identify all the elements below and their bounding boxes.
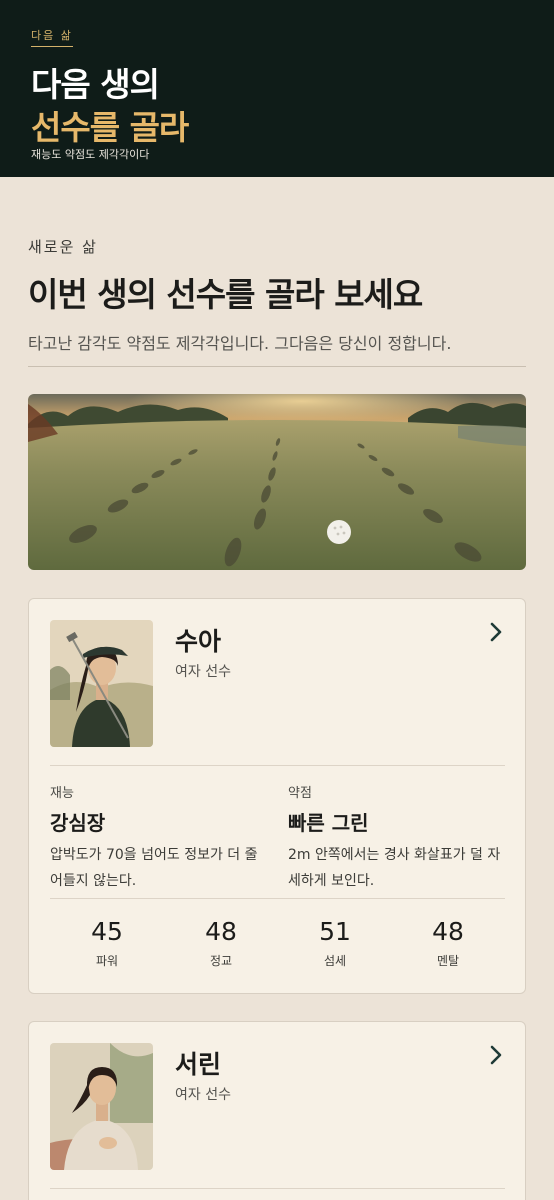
chevron-right-icon[interactable] [485,621,507,643]
stat-accuracy: 48 정교 [164,917,278,969]
stat-power: 45 파워 [50,917,164,969]
section-description: 타고난 감각도 약점도 제각각입니다. 그다음은 당신이 정합니다. [28,334,452,353]
player-role: 여자 선수 [175,664,231,680]
golf-course-image [28,394,526,570]
section-eyebrow: 새로운 삶 [28,238,98,256]
player-name: 수아 [175,627,222,656]
player-name: 서린 [175,1050,222,1079]
hero-title-line2: 선수를 골라 [31,108,189,147]
stat-value: 48 [432,917,464,946]
card-divider [50,898,505,899]
stat-label: 멘탈 [436,954,460,968]
weakness-description: 2m 안쪽에서는 경사 화살표가 덜 자세하게 보인다. [288,847,501,889]
talent-label: 재능 [50,786,74,801]
section-divider [28,366,526,367]
stat-finesse: 51 섬세 [278,917,392,969]
talent-block: 재능 강심장 압박도가 70을 넘어도 정보가 더 줄어들지 않는다. [50,782,265,894]
hero-subtitle: 재능도 약점도 제각각이다 [31,148,150,161]
player-avatar [50,1043,153,1170]
card-divider [50,1188,505,1189]
stat-label: 섬세 [323,954,347,968]
stat-value: 51 [319,917,351,946]
stat-value: 48 [205,917,237,946]
player-role: 여자 선수 [175,1087,231,1103]
chevron-right-icon[interactable] [485,1044,507,1066]
golf-course-footprints-illustration [28,394,526,570]
stat-label: 파워 [95,954,119,968]
weakness-title: 빠른 그린 [288,811,369,835]
weakness-block: 약점 빠른 그린 2m 안쪽에서는 경사 화살표가 덜 자세하게 보인다. [288,782,503,894]
player-avatar [50,620,153,747]
app-header: 다음 삶 다음 생의 선수를 골라 재능도 약점도 제각각이다 [0,0,554,177]
talent-title: 강심장 [50,811,106,835]
stat-label: 정교 [209,954,233,968]
player-card[interactable]: 수아 여자 선수 재능 강심장 압박도가 70을 넘어도 정보가 더 줄어들지 … [28,598,526,994]
talent-description: 압박도가 70을 넘어도 정보가 더 줄어들지 않는다. [50,847,258,889]
brand-label: 다음 삶 [31,27,73,47]
section-title: 이번 생의 선수를 골라 보세요 [28,275,423,314]
player-card[interactable]: 서린 여자 선수 [28,1021,526,1200]
stat-value: 45 [91,917,123,946]
stats-row: 45 파워 48 정교 51 섬세 48 멘탈 [50,917,505,977]
weakness-label: 약점 [288,786,312,801]
golfer-portrait-icon [50,1043,153,1170]
card-divider [50,765,505,766]
hero-title-line1: 다음 생의 [31,65,160,104]
golfer-portrait-icon [50,620,153,747]
stat-mental: 48 멘탈 [391,917,505,969]
